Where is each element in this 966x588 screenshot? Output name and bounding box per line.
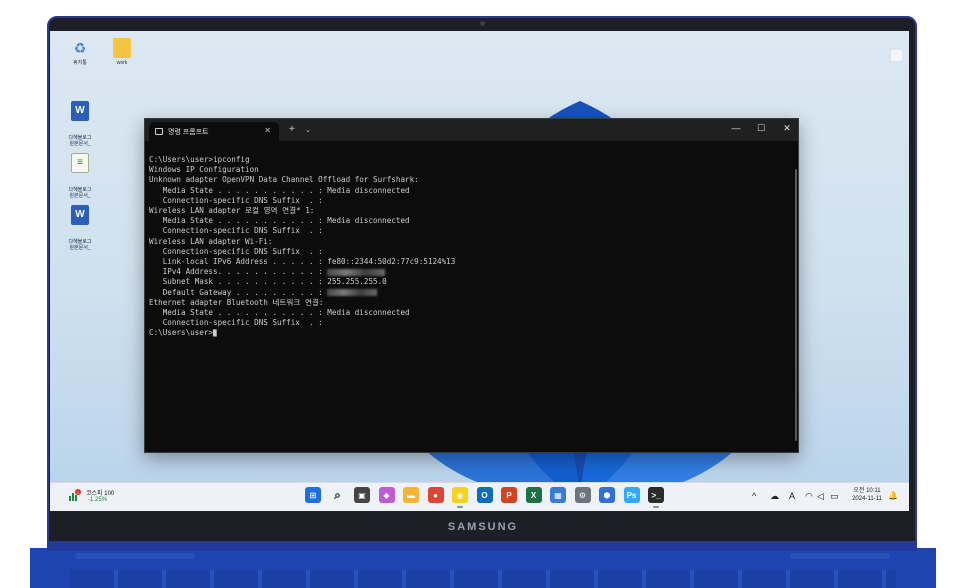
terminal-icon bbox=[155, 128, 163, 135]
desktop-icon-label: 다혜블로그 원본문서_ bbox=[68, 239, 92, 251]
recycle-bin-icon: ♻ bbox=[73, 40, 87, 56]
laptop-photo: SAMSUNG ♻ 휴지통 work W 다혜블로그 원본문서_ ≡ 다혜블로그… bbox=[0, 0, 966, 588]
battery-icon[interactable]: ▭ bbox=[830, 491, 839, 502]
image-viewer-button[interactable]: ▦ bbox=[550, 487, 566, 503]
tray-chevron-icon[interactable]: ^ bbox=[752, 491, 756, 501]
console-line: Windows IP Configuration bbox=[149, 165, 259, 175]
word-document-icon: W bbox=[71, 205, 89, 225]
tab-title: 명령 프롬프트 bbox=[168, 128, 209, 136]
hinge-left bbox=[75, 553, 195, 559]
search-button[interactable]: ⌕ bbox=[330, 487, 346, 503]
outlook-button[interactable]: O bbox=[476, 487, 493, 503]
running-indicator bbox=[653, 506, 659, 508]
volume-icon[interactable]: ◁ bbox=[817, 491, 824, 502]
stock-change: -1.25% bbox=[88, 497, 108, 503]
redacted-value bbox=[327, 289, 378, 297]
close-tab-icon[interactable]: ✕ bbox=[264, 126, 271, 135]
console-line: Ethernet adapter Bluetooth 네트워크 연결: bbox=[149, 297, 324, 307]
console-line: Unknown adapter OpenVPN Data Channel Off… bbox=[149, 175, 419, 185]
console-line: Connection-specific DNS Suffix . : bbox=[149, 318, 323, 328]
cloud-icon[interactable]: ☁ bbox=[770, 491, 779, 502]
close-button[interactable]: ✕ bbox=[780, 123, 794, 134]
console-line: C:\Users\user>█ bbox=[149, 328, 217, 338]
console-line: Media State . . . . . . . . . . . : Medi… bbox=[149, 216, 410, 226]
notification-icon[interactable]: 🔔 bbox=[888, 491, 898, 500]
text-document-icon: ≡ bbox=[71, 153, 89, 173]
title-bar[interactable]: 명령 프롬프트 ✕ + ⌄ — ☐ ✕ bbox=[145, 119, 798, 141]
console-line: Wireless LAN adapter 로컬 영역 연결* 1: bbox=[149, 206, 315, 216]
file-explorer-button[interactable]: ▬ bbox=[403, 487, 419, 503]
terminal-button[interactable]: >_ bbox=[648, 487, 664, 503]
console-line: C:\Users\user>ipconfig bbox=[149, 155, 250, 164]
maximize-button[interactable]: ☐ bbox=[754, 123, 768, 134]
console-line: Connection-specific DNS Suffix . : bbox=[149, 246, 323, 256]
chrome-button[interactable]: ● bbox=[427, 487, 444, 503]
hinge-right bbox=[790, 553, 890, 559]
console-line: IPv4 Address. . . . . . . . . . . : bbox=[149, 267, 789, 277]
tab-dropdown-button[interactable]: ⌄ bbox=[305, 126, 311, 134]
stock-widget[interactable]: 1 코스피 100 -1.25% bbox=[68, 486, 138, 508]
desktop-icon-document-3[interactable]: W 다혜블로그 원본문서_ bbox=[60, 193, 100, 263]
command-prompt-window[interactable]: 명령 프롬프트 ✕ + ⌄ — ☐ ✕ C:\Users\user>ipconf… bbox=[144, 118, 799, 453]
keyboard-row bbox=[70, 570, 896, 588]
console-line: Media State . . . . . . . . . . . : Medi… bbox=[149, 185, 410, 195]
defender-button[interactable]: ⬢ bbox=[599, 487, 615, 503]
powerpoint-button[interactable]: P bbox=[501, 487, 517, 503]
stock-chart-icon: 1 bbox=[69, 489, 81, 501]
clock-time: 오전 10:11 bbox=[853, 488, 881, 494]
console-line: Media State . . . . . . . . . . . : Medi… bbox=[149, 308, 410, 318]
console-line: Wireless LAN adapter Wi-Fi: bbox=[149, 236, 273, 246]
desktop-icon-work-folder[interactable]: work bbox=[102, 38, 142, 66]
minimize-button[interactable]: — bbox=[729, 123, 743, 133]
redacted-value bbox=[327, 268, 386, 276]
console-line: Default Gateway . . . . . . . . . : bbox=[149, 288, 789, 298]
scrollbar[interactable] bbox=[795, 169, 797, 441]
new-tab-button[interactable]: + bbox=[289, 124, 295, 135]
webcam bbox=[480, 21, 485, 26]
brand-logo: SAMSUNG bbox=[447, 521, 519, 533]
console-line: Link-local IPv6 Address . . . . . : fe80… bbox=[149, 257, 456, 267]
console-line: Connection-specific DNS Suffix . : bbox=[149, 195, 323, 205]
kakaotalk-button[interactable]: ◉ bbox=[452, 487, 468, 503]
taskbar-clock[interactable]: 오전 10:11 2024-11-11 bbox=[845, 487, 889, 503]
laptop-hinge bbox=[47, 543, 917, 551]
desktop-icon-label: 휴지통 bbox=[73, 60, 87, 66]
ime-indicator[interactable]: A bbox=[789, 491, 795, 501]
console-output[interactable]: C:\Users\user>ipconfig Windows IP Configu… bbox=[149, 155, 789, 451]
console-line: Subnet Mask . . . . . . . . . . . : 255.… bbox=[149, 277, 387, 287]
desktop-widget-square[interactable] bbox=[891, 50, 902, 61]
photoshop-button[interactable]: Ps bbox=[623, 487, 640, 503]
excel-button[interactable]: X bbox=[525, 487, 542, 503]
text-cursor: █ bbox=[213, 330, 217, 338]
task-view-button[interactable]: ▣ bbox=[354, 487, 370, 503]
tab-command-prompt[interactable]: 명령 프롬프트 ✕ bbox=[149, 122, 279, 141]
clock-date: 2024-11-11 bbox=[852, 496, 882, 502]
start-button[interactable]: ⊞ bbox=[305, 487, 321, 503]
settings-button[interactable]: ⚙ bbox=[574, 487, 591, 503]
folder-icon bbox=[113, 38, 131, 58]
desktop-icon-recycle-bin[interactable]: ♻ 휴지통 bbox=[60, 38, 100, 66]
console-line: Connection-specific DNS Suffix . : bbox=[149, 226, 323, 236]
running-indicator bbox=[457, 506, 463, 508]
stock-label: 코스피 100 bbox=[86, 491, 115, 497]
desktop-icon-label: work bbox=[116, 60, 128, 66]
word-document-icon: W bbox=[71, 101, 89, 121]
copilot-button[interactable]: ◆ bbox=[378, 487, 395, 503]
wifi-icon[interactable]: ◠ bbox=[805, 491, 813, 502]
